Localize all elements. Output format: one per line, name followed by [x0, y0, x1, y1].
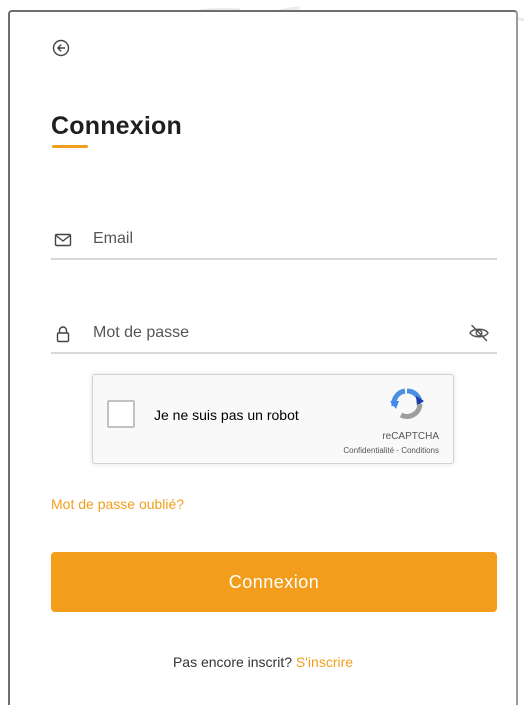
recaptcha-privacy-link[interactable]: Confidentialité [343, 446, 394, 455]
email-field [51, 220, 497, 260]
password-input[interactable] [93, 318, 433, 348]
forgot-password-link[interactable]: Mot de passe oublié? [51, 496, 184, 512]
recaptcha-brand: reCAPTCHA [382, 431, 439, 442]
lock-icon [56, 326, 70, 343]
page: Connexion Je ne suis pas un robot [0, 0, 524, 709]
signup-link[interactable]: S'inscrire [296, 654, 353, 670]
back-arrow-icon[interactable] [51, 38, 71, 58]
recaptcha-checkbox[interactable] [107, 400, 135, 428]
recaptcha-terms-link[interactable]: Conditions [401, 446, 439, 455]
recaptcha-label: Je ne suis pas un robot [154, 407, 299, 423]
eye-slash-icon[interactable] [467, 322, 491, 344]
recaptcha-links: Confidentialité - Conditions [343, 446, 439, 455]
login-button[interactable]: Connexion [51, 552, 497, 612]
title-underline [52, 145, 88, 148]
recaptcha-widget: Je ne suis pas un robot reCAPTCHA Confid… [92, 374, 454, 464]
envelope-icon [54, 233, 72, 247]
signup-prompt: Pas encore inscrit? S'inscrire [10, 654, 516, 670]
email-input[interactable] [93, 224, 433, 254]
page-title: Connexion [51, 112, 182, 140]
recaptcha-logo-icon [390, 388, 424, 419]
signup-prompt-text: Pas encore inscrit? [172, 654, 293, 670]
password-field [51, 314, 497, 354]
login-panel: Connexion Je ne suis pas un robot [8, 10, 518, 705]
